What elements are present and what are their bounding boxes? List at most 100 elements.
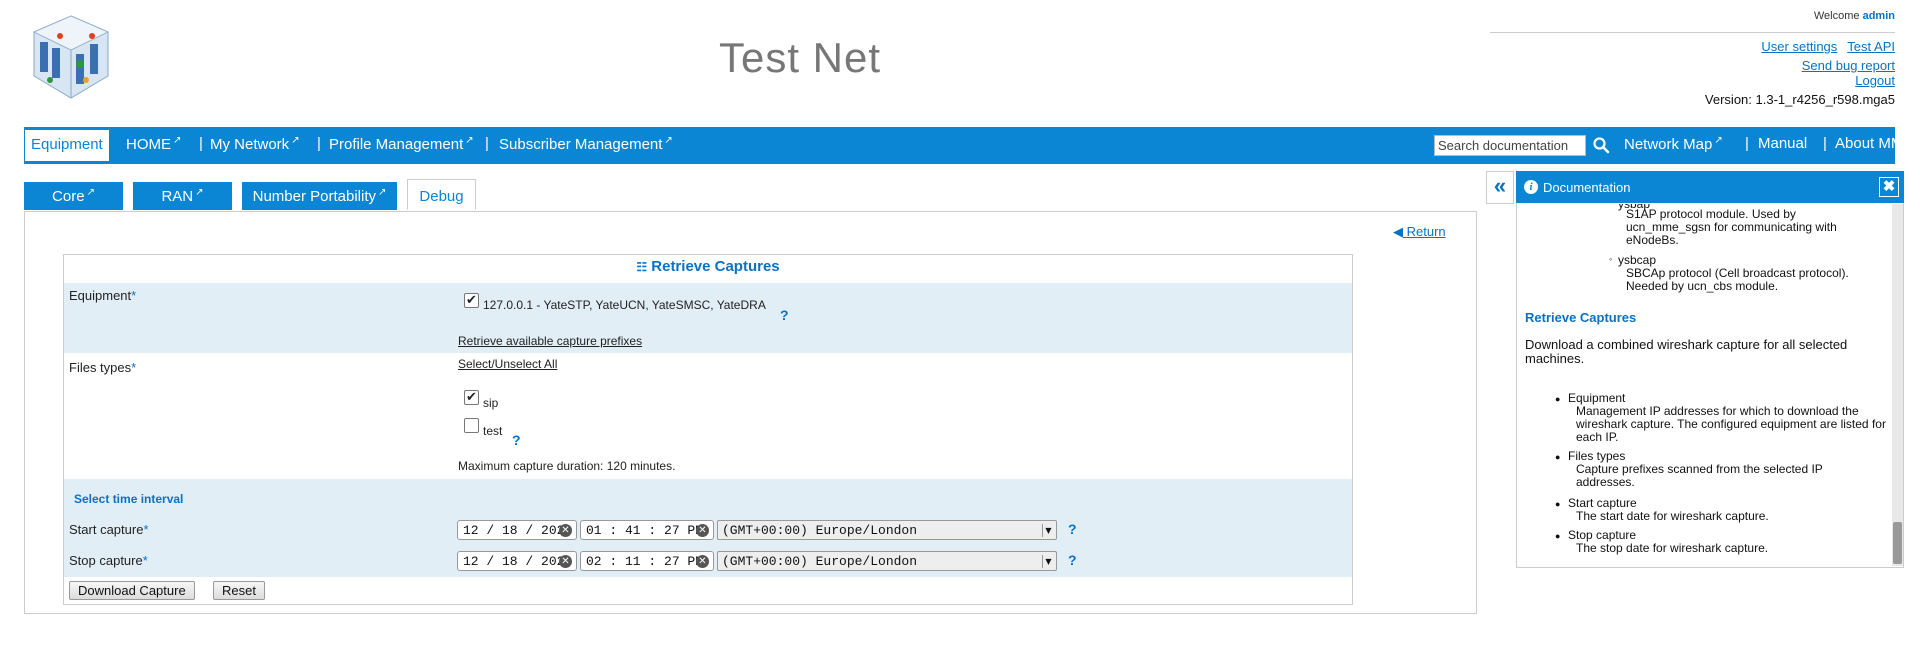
required-mark: * [142, 553, 148, 568]
doc-scrollbar-thumb[interactable] [1893, 522, 1902, 564]
sip-checkbox[interactable]: ✔ [464, 390, 479, 405]
doc-scrollbar[interactable] [1892, 204, 1903, 566]
tab-ran[interactable]: RAN ↗ [133, 182, 232, 210]
bullet-icon: ● [1555, 452, 1561, 462]
test-checkbox[interactable] [464, 418, 479, 433]
doc-item-term: Stop capture [1568, 528, 1637, 542]
start-timezone-select[interactable]: (GMT+00:00) Europe/London ▼ [717, 520, 1057, 540]
bullet-icon: ● [1555, 499, 1561, 509]
nav-separator: | [1823, 135, 1827, 152]
equipment-help-icon[interactable]: ? [780, 307, 789, 323]
stop-capture-label-text: Stop capture [69, 553, 143, 568]
nav-profile-management[interactable]: Profile Management ↗ [329, 135, 474, 153]
external-link-icon: ↗ [173, 135, 182, 146]
clear-icon[interactable]: ✕ [696, 524, 709, 537]
nav-equipment[interactable]: Equipment [24, 129, 110, 162]
nav-separator: | [485, 135, 489, 152]
start-date-input[interactable]: 12 / 18 / 2020 ✕ [457, 520, 577, 540]
documentation-title: Documentation [1543, 180, 1631, 195]
stop-timezone-select[interactable]: (GMT+00:00) Europe/London ▼ [717, 551, 1057, 571]
required-mark: * [131, 288, 137, 303]
close-icon[interactable]: ✖ [1879, 177, 1899, 197]
doc-ysbcap-term: ysbcap [1618, 253, 1657, 267]
external-link-icon: ↗ [664, 135, 673, 146]
stop-date-input[interactable]: 12 / 18 / 2020 ✕ [457, 551, 577, 571]
test-label: test [483, 424, 503, 438]
nav-home[interactable]: HOME ↗ [126, 135, 181, 153]
time-interval-heading: Select time interval [74, 492, 184, 506]
search-icon[interactable] [1592, 136, 1610, 154]
clear-icon[interactable]: ✕ [696, 555, 709, 568]
nav-separator: | [199, 135, 203, 152]
doc-s1ap-desc: S1AP protocol module. Used by ucn_mme_sg… [1626, 207, 1837, 247]
main-navbar: Equipment HOME ↗ | My Network ↗ | Profile … [24, 127, 1908, 164]
tab-debug[interactable]: Debug [407, 179, 476, 210]
select-unselect-all-link[interactable]: Select/Unselect All [458, 357, 557, 371]
start-capture-help-icon[interactable]: ? [1068, 521, 1077, 537]
sub-tabs: Core ↗ RAN ↗ Number Portability ↗ Debug [24, 179, 1474, 212]
tab-number-portability[interactable]: Number Portability ↗ [242, 182, 397, 210]
doc-item-term: Files types [1568, 449, 1626, 463]
start-time-input[interactable]: 01 : 41 : 27 PM ✕ [580, 520, 714, 540]
return-link[interactable]: ◀ Return [1393, 224, 1446, 240]
header-user-area: Welcome admin User settings Test API Send… [1490, 10, 1895, 107]
sip-label: sip [483, 396, 499, 410]
files-types-label-text: Files types [69, 360, 132, 375]
files-types-label: Files types* [69, 360, 136, 375]
clear-icon[interactable]: ✕ [559, 524, 572, 537]
doc-section-title: Retrieve Captures [1525, 310, 1637, 325]
page-title: Test Net [718, 34, 882, 81]
stop-capture-help-icon[interactable]: ? [1068, 552, 1077, 568]
start-time-value: 01 : 41 : 27 PM [586, 523, 704, 538]
nav-about[interactable]: About MMI [1835, 135, 1908, 152]
form-title-text: Retrieve Captures [651, 258, 780, 275]
reset-button[interactable]: Reset [213, 581, 265, 600]
user-settings-link[interactable]: User settings [1761, 39, 1837, 54]
equipment-value: 127.0.0.1 - YateSTP, YateUCN, YateSMSC, … [483, 298, 766, 312]
doc-item-term: Start capture [1568, 496, 1637, 510]
nav-manual[interactable]: Manual [1758, 135, 1807, 152]
nav-network-map[interactable]: Network Map ↗ [1624, 135, 1723, 153]
max-duration-text: Maximum capture duration: 120 minutes. [458, 459, 676, 473]
equipment-checkbox[interactable]: ✔ [464, 293, 479, 308]
chevron-down-icon: ▼ [1042, 555, 1054, 568]
tab-ran-label: RAN [161, 188, 194, 205]
stop-timezone-value: (GMT+00:00) Europe/London [722, 554, 918, 569]
info-icon: i [1524, 180, 1538, 194]
nav-separator: | [1745, 135, 1749, 152]
bullet-icon: ◦ [1609, 254, 1613, 264]
stop-time-value: 02 : 11 : 27 PM [586, 554, 704, 569]
equipment-row [64, 283, 1352, 353]
nav-home-label: HOME [126, 136, 171, 153]
doc-section-desc: Download a combined wireshark capture fo… [1525, 337, 1848, 366]
clear-icon[interactable]: ✕ [559, 555, 572, 568]
search-documentation-input[interactable] [1434, 135, 1586, 156]
logout-link[interactable]: Logout [1855, 73, 1895, 88]
return-label: Return [1406, 224, 1446, 239]
form-title: ☷ Retrieve Captures [63, 258, 1353, 275]
download-capture-button[interactable]: Download Capture [69, 581, 195, 600]
files-types-help-icon[interactable]: ? [512, 432, 521, 448]
send-bug-report-link[interactable]: Send bug report [1802, 58, 1895, 73]
stop-time-input[interactable]: 02 : 11 : 27 PM ✕ [580, 551, 714, 571]
nav-my-network-label: My Network [210, 136, 290, 153]
bullet-icon: ● [1555, 531, 1561, 541]
start-capture-label: Start capture* [69, 522, 149, 537]
test-api-link[interactable]: Test API [1847, 39, 1895, 54]
retrieve-prefixes-link[interactable]: Retrieve available capture prefixes [458, 334, 642, 348]
required-mark: * [131, 360, 137, 375]
chevron-down-icon: ▼ [1042, 524, 1054, 537]
nav-profile-management-label: Profile Management [329, 136, 464, 153]
doc-item-desc: Capture prefixes scanned from the select… [1576, 462, 1823, 489]
external-link-icon: ↗ [378, 187, 387, 198]
nav-subscriber-management[interactable]: Subscriber Management ↗ [499, 135, 673, 153]
tab-core[interactable]: Core ↗ [24, 182, 123, 210]
bullet-icon: ● [1555, 394, 1561, 404]
nav-my-network[interactable]: My Network ↗ [210, 135, 300, 153]
doc-item-term: Equipment [1568, 391, 1626, 405]
welcome-text: Welcome admin [1490, 10, 1895, 22]
doc-ysbcap-desc: SBCAp protocol (Cell broadcast protocol)… [1626, 266, 1849, 293]
tab-number-portability-label: Number Portability [252, 188, 376, 205]
doc-item-desc: The stop date for wireshark capture. [1576, 541, 1769, 555]
collapse-panel-icon[interactable]: « [1486, 171, 1514, 204]
